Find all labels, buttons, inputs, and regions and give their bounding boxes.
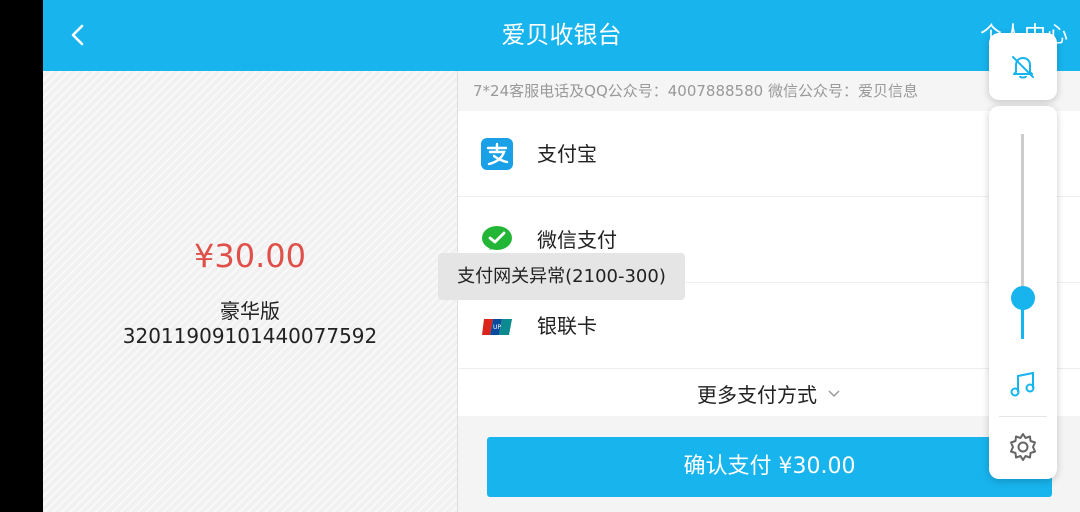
service-info: 7*24客服电话及QQ公众号：4007888580 微信公众号：爱贝信息 — [458, 71, 1080, 111]
alipay-icon — [481, 138, 513, 170]
page-title: 爱贝收银台 — [501, 21, 622, 49]
music-note-icon[interactable] — [1007, 368, 1039, 400]
svg-text:UP: UP — [493, 324, 501, 331]
chevron-down-icon — [828, 390, 840, 398]
confirm-pay-button[interactable]: 确认支付 ¥30.00 — [487, 437, 1052, 497]
header-bar: 爱贝收银台 个人中心 — [43, 0, 1080, 71]
order-number: 32011909101440077592 — [122, 324, 378, 348]
order-amount: ¥30.00 — [194, 237, 306, 275]
mute-toggle[interactable] — [989, 33, 1057, 100]
error-toast: 支付网关异常(2100-300) — [438, 253, 685, 300]
more-methods-label: 更多支付方式 — [697, 382, 817, 407]
more-payment-methods[interactable]: 更多支付方式 — [458, 370, 1080, 416]
product-name: 豪华版 — [220, 299, 280, 323]
wechat-pay-icon — [482, 226, 512, 250]
volume-panel — [989, 106, 1057, 479]
order-summary-panel: ¥30.00 豪华版 32011909101440077592 — [43, 71, 457, 512]
bell-off-icon — [1012, 55, 1034, 78]
unionpay-icon: UP — [482, 319, 512, 335]
gear-icon[interactable] — [1007, 431, 1039, 463]
payment-label-alipay: 支付宝 — [537, 142, 597, 166]
panel-separator — [999, 416, 1047, 417]
volume-slider-handle[interactable] — [1011, 286, 1035, 310]
payment-option-alipay[interactable]: 支付宝 — [458, 111, 1080, 197]
